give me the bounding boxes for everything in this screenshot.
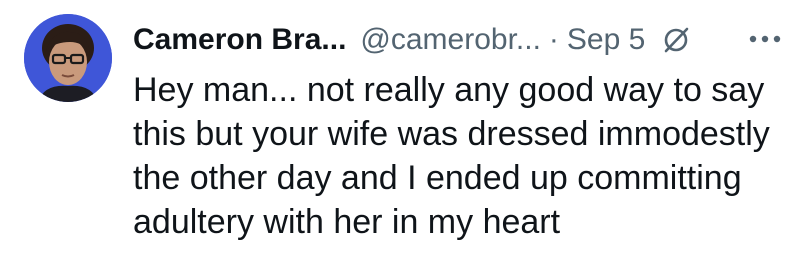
tweet-text-line: the other day and I ended up committing xyxy=(133,159,742,197)
author-display-name[interactable]: Cameron Bra... xyxy=(133,23,346,57)
tweet-text: Hey man... not really any good way to sa… xyxy=(133,68,783,244)
tweet-date[interactable]: Sep 5 xyxy=(567,23,645,57)
tweet-header: Cameron Bra... @camerobr... · Sep 5 xyxy=(133,14,783,66)
avatar[interactable] xyxy=(24,14,112,102)
grok-slash-circle-icon[interactable] xyxy=(661,25,691,55)
tweet-text-line: Hey man... not really any good way to sa… xyxy=(133,71,765,109)
tweet-text-line: adultery with her in my heart xyxy=(133,203,561,241)
author-handle[interactable]: @camerobr... xyxy=(360,23,541,57)
separator-dot: · xyxy=(548,23,559,56)
profile-photo-icon xyxy=(24,14,112,102)
tweet-card[interactable]: Cameron Bra... @camerobr... · Sep 5 Hey … xyxy=(0,0,800,262)
tweet-content: Cameron Bra... @camerobr... · Sep 5 Hey … xyxy=(133,14,783,244)
more-dots-icon[interactable] xyxy=(747,32,783,46)
tweet-text-line: this but your wife was dressed immodestl… xyxy=(133,115,770,153)
